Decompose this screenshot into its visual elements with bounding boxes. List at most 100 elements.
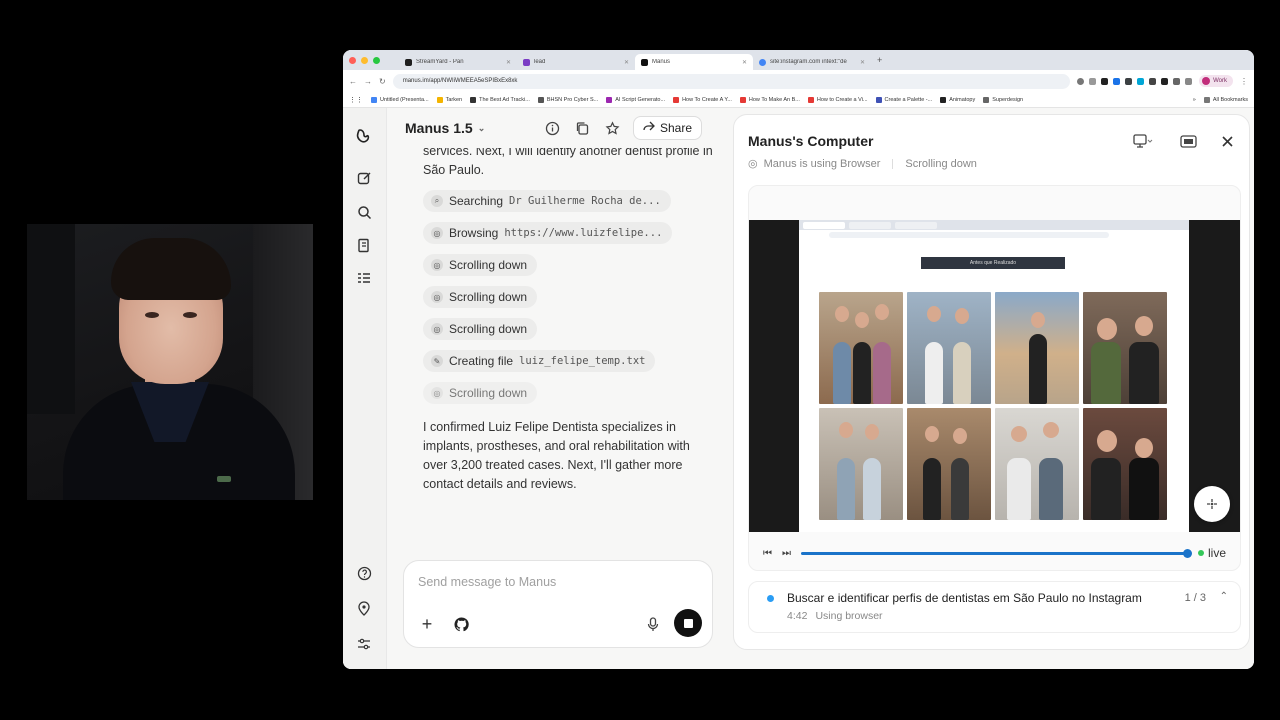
skip-forward-icon[interactable]: ⏭ xyxy=(782,548,791,559)
bookmark-star-icon[interactable] xyxy=(1089,77,1097,85)
close-tab-icon[interactable]: ✕ xyxy=(506,59,511,66)
browser-icon: ◎ xyxy=(431,291,443,303)
step-item[interactable]: ✎ Creating file luiz_felipe_temp.txt xyxy=(423,350,656,372)
sidebar-icon[interactable] xyxy=(1185,77,1193,85)
share-button[interactable]: Share xyxy=(632,116,702,140)
screen-recording: StreamYard - Pan ✕ lead ✕ Manus ✕ site:i… xyxy=(0,0,1280,720)
tasks-list-icon[interactable] xyxy=(354,268,374,288)
progress-track[interactable] xyxy=(801,548,1192,558)
model-selector[interactable]: Manus 1.5 ⌄ xyxy=(405,120,485,136)
bookmark-item[interactable]: How to Create a Vi... xyxy=(807,96,868,103)
location-icon[interactable] xyxy=(354,598,374,618)
tab-title: site:instagram.com intext:"de xyxy=(770,59,847,65)
panel-status: ◎ Manus is using Browser Scrolling down xyxy=(748,157,977,171)
chat-messages[interactable]: services. Next, I will identify another … xyxy=(423,148,713,568)
screen-view-icon[interactable] xyxy=(1132,131,1154,151)
bookmark-item[interactable]: How To Create A Y... xyxy=(673,96,732,103)
gallery-photo xyxy=(907,292,991,404)
tab-bar: StreamYard - Pan ✕ lead ✕ Manus ✕ site:i… xyxy=(343,50,1254,70)
new-tab-button[interactable]: + xyxy=(871,55,882,65)
step-item[interactable]: ◎ Scrolling down xyxy=(423,286,538,308)
bookmark-item[interactable]: BHSN Pro Cyber S... xyxy=(537,96,598,103)
url-field[interactable]: manus.im/app/NWIiWMEEA5eSPIBxEx8xk xyxy=(392,73,1071,89)
bookmark-item[interactable]: Tarken xyxy=(436,96,462,103)
bookmark-item[interactable]: How To Make An B... xyxy=(739,96,800,103)
minimize-window-button[interactable] xyxy=(361,56,368,64)
browser-tab[interactable]: StreamYard - Pan ✕ xyxy=(399,54,517,70)
bookmark-label: Create a Palette -... xyxy=(884,96,933,103)
left-rail xyxy=(343,108,387,669)
close-icon[interactable] xyxy=(1216,131,1238,151)
bookmark-item[interactable]: Untitled (Presenta... xyxy=(371,96,429,103)
bookmark-item[interactable]: Animatopy xyxy=(940,96,975,103)
library-icon[interactable] xyxy=(354,235,374,255)
step-item[interactable]: ◎ Scrolling down xyxy=(423,254,538,276)
progress-knob[interactable] xyxy=(1182,548,1192,558)
gallery-photo xyxy=(1083,408,1167,520)
all-bookmarks-button[interactable]: All Bookmarks xyxy=(1203,96,1254,103)
star-icon[interactable] xyxy=(603,118,623,138)
manus-app: Manus 1.5 ⌄ Share services. Next, I will… xyxy=(343,108,1254,669)
manus-logo-icon[interactable] xyxy=(354,126,374,146)
github-icon[interactable] xyxy=(450,613,472,635)
extension-icon[interactable] xyxy=(1113,77,1121,85)
status-tool: Manus is using Browser xyxy=(763,157,881,170)
webcam-feed xyxy=(27,224,313,500)
profile-label: Work xyxy=(1213,78,1227,84)
close-tab-icon[interactable]: ✕ xyxy=(624,59,629,66)
bookmark-item[interactable]: Superdesign xyxy=(983,96,1023,103)
remote-webpage: Antes que Realizado xyxy=(799,220,1189,532)
plus-icon[interactable]: + xyxy=(416,613,438,635)
step-item[interactable]: ⌕ Searching Dr Guilherme Rocha de... xyxy=(423,190,671,212)
zoom-icon[interactable] xyxy=(1077,77,1085,85)
microphone-icon[interactable] xyxy=(642,613,664,635)
extension-icon[interactable] xyxy=(1125,77,1133,85)
extension-icon[interactable] xyxy=(1149,77,1157,85)
close-tab-icon[interactable]: ✕ xyxy=(860,59,865,66)
tab-favicon xyxy=(405,58,412,66)
status-action: Scrolling down xyxy=(905,157,977,170)
close-tab-icon[interactable]: ✕ xyxy=(742,59,747,66)
forward-icon[interactable]: → xyxy=(364,77,372,86)
live-indicator[interactable]: live xyxy=(1197,546,1226,560)
profile-button[interactable]: Work xyxy=(1199,75,1233,87)
bookmarks-bar: ⋮⋮ Untitled (Presenta... Tarken The Best… xyxy=(343,92,1254,108)
back-icon[interactable]: ← xyxy=(349,77,357,86)
bookmark-item[interactable]: Create a Palette -... xyxy=(875,96,933,103)
close-window-button[interactable] xyxy=(349,56,356,64)
browser-tab-active[interactable]: Manus ✕ xyxy=(635,54,753,70)
browser-tab[interactable]: site:instagram.com intext:"de ✕ xyxy=(753,54,871,70)
step-item[interactable]: ◎ Scrolling down xyxy=(423,318,538,340)
zoom-window-button[interactable] xyxy=(373,56,380,64)
all-bookmarks-label: All Bookmarks xyxy=(1212,96,1248,103)
browser-tab[interactable]: lead ✕ xyxy=(517,54,635,70)
help-icon[interactable] xyxy=(354,563,374,583)
take-control-icon[interactable] xyxy=(1194,486,1230,522)
extension-icon[interactable] xyxy=(1101,77,1109,85)
puzzle-icon[interactable] xyxy=(1173,77,1181,85)
step-item[interactable]: ◎ Scrolling down xyxy=(423,382,538,404)
stop-button[interactable] xyxy=(674,609,702,637)
info-icon[interactable] xyxy=(543,118,563,138)
tab-favicon xyxy=(523,58,530,66)
chevron-up-icon[interactable]: ⌃ xyxy=(1220,591,1228,602)
fullscreen-icon[interactable] xyxy=(1177,131,1199,151)
bookmark-item[interactable]: AI Script Generato... xyxy=(606,96,665,103)
settings-sliders-icon[interactable] xyxy=(354,634,374,654)
more-menu-icon[interactable]: ⋮ xyxy=(1240,77,1248,86)
task-progress-card[interactable]: Buscar e identificar perfis de dentistas… xyxy=(748,581,1241,633)
new-task-icon[interactable] xyxy=(354,168,374,188)
search-icon[interactable] xyxy=(354,202,374,222)
reload-icon[interactable]: ↻ xyxy=(379,77,386,86)
task-count: 1 / 3 xyxy=(1184,592,1206,604)
apps-grid-icon[interactable]: ⋮⋮ xyxy=(349,96,363,104)
extension-icon[interactable] xyxy=(1137,77,1145,85)
extension-icon[interactable] xyxy=(1161,77,1169,85)
chevron-right-icon[interactable]: » xyxy=(1193,97,1196,103)
skip-back-icon[interactable]: ⏮ xyxy=(763,548,772,559)
step-item[interactable]: ◎ Browsing https://www.luizfelipe... xyxy=(423,222,673,244)
bookmark-item[interactable]: The Best Ad Tracki... xyxy=(470,96,530,103)
copy-icon[interactable] xyxy=(573,118,593,138)
chevron-down-icon: ⌄ xyxy=(477,122,486,133)
message-input[interactable]: Send message to Manus xyxy=(418,575,556,589)
